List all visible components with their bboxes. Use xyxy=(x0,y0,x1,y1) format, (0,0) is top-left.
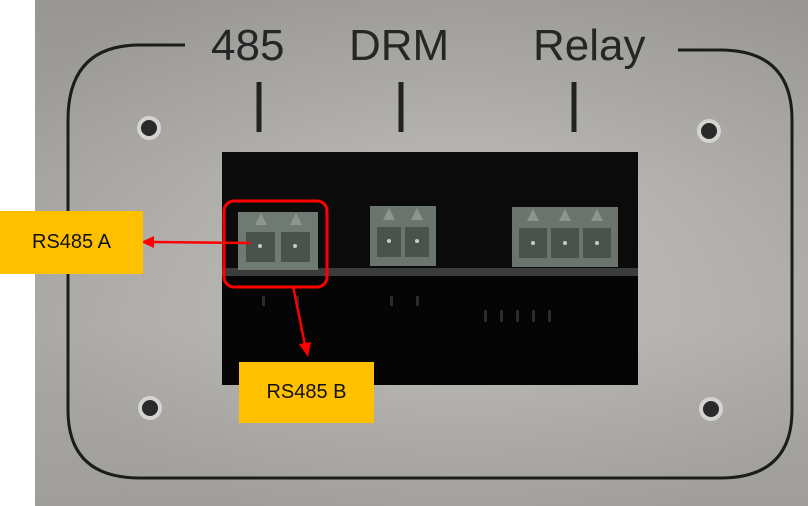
relay-connector xyxy=(512,207,618,267)
screw-top-right xyxy=(697,119,721,143)
drm-port-label: DRM xyxy=(349,21,450,70)
rs485-port-label: 485 xyxy=(211,21,285,70)
photo-stage: 485 DRM Relay RS485 A RS485 B xyxy=(0,0,808,506)
relay-port-label: Relay xyxy=(533,21,646,70)
screw-top-left xyxy=(137,116,161,140)
rs485-b-callout: RS485 B xyxy=(239,362,374,423)
rs485-connector xyxy=(238,212,318,270)
drm-connector xyxy=(370,206,436,266)
screw-bottom-right xyxy=(699,397,723,421)
rs485-a-callout: RS485 A xyxy=(0,211,143,274)
screw-bottom-left xyxy=(138,396,162,420)
